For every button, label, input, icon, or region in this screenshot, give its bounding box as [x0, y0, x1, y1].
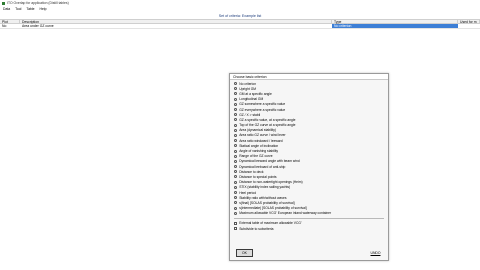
column-header-used[interactable]: Used for m — [458, 20, 480, 24]
radio-icon[interactable] — [234, 180, 237, 184]
criteria-table: Plot Description Type Used for m No Area… — [0, 19, 480, 29]
radio-icon[interactable] — [234, 128, 237, 132]
cell-plot[interactable]: No — [0, 24, 20, 28]
radio-icon[interactable] — [234, 211, 237, 215]
column-header-plot[interactable]: Plot — [0, 20, 20, 24]
window-title: ITO Overlap for application (Distill tab… — [7, 1, 69, 5]
radio-icon[interactable] — [234, 118, 237, 122]
checkbox-icon[interactable] — [234, 221, 237, 225]
radio-icon[interactable] — [234, 154, 237, 158]
radio-icon[interactable] — [234, 108, 237, 112]
menu-help[interactable]: Help — [40, 7, 47, 11]
radio-icon[interactable] — [234, 144, 237, 148]
divider — [234, 217, 384, 219]
criterion-option[interactable]: Maximum allowable VCG' European inland w… — [234, 211, 388, 216]
radio-icon[interactable] — [234, 92, 237, 96]
cell-description[interactable]: Area under GZ curve — [20, 24, 332, 28]
checkbox-icon[interactable] — [234, 227, 237, 231]
table-row[interactable]: No Area under GZ curve No criterion — [0, 24, 480, 29]
menu-tool[interactable]: Tool — [15, 7, 21, 11]
radio-icon[interactable] — [234, 201, 237, 205]
radio-icon[interactable] — [234, 149, 237, 153]
criterion-option-list: No criterion Upright GM GM at a specific… — [230, 80, 388, 216]
radio-icon[interactable] — [234, 196, 237, 200]
column-header-type[interactable]: Type — [332, 20, 458, 24]
menu-bar: Data Tool Table Help — [0, 6, 480, 12]
radio-icon[interactable] — [234, 159, 237, 163]
radio-icon[interactable] — [234, 191, 237, 195]
radio-icon[interactable] — [234, 123, 237, 127]
radio-icon[interactable] — [234, 87, 237, 91]
column-header-description[interactable]: Description — [20, 20, 332, 24]
radio-icon[interactable] — [234, 170, 237, 174]
radio-icon[interactable] — [234, 97, 237, 101]
radio-icon[interactable] — [234, 185, 237, 189]
radio-icon[interactable] — [234, 139, 237, 143]
radio-icon[interactable] — [234, 206, 237, 210]
radio-icon[interactable] — [234, 165, 237, 169]
radio-icon[interactable] — [234, 102, 237, 106]
undo-button[interactable]: UNDO — [367, 249, 384, 257]
menu-data[interactable]: Data — [3, 7, 10, 11]
choose-criterion-dialog: Choose basic criterion No criterion Upri… — [229, 73, 389, 261]
subdivide-checkbox[interactable]: Subdivide to subcriteria — [234, 226, 388, 231]
criterion-checkbox-list: External table of maximum allowable VCG'… — [230, 221, 388, 231]
app-icon — [2, 1, 5, 5]
criteria-set-caption: Set of criteria: Example list — [218, 14, 262, 18]
radio-icon[interactable] — [234, 82, 237, 86]
cell-type[interactable]: No criterion — [332, 24, 458, 28]
radio-icon[interactable] — [234, 113, 237, 117]
radio-icon[interactable] — [234, 175, 237, 179]
radio-icon[interactable] — [234, 133, 237, 137]
menu-table[interactable]: Table — [26, 7, 34, 11]
ok-button[interactable]: OK — [236, 249, 253, 257]
